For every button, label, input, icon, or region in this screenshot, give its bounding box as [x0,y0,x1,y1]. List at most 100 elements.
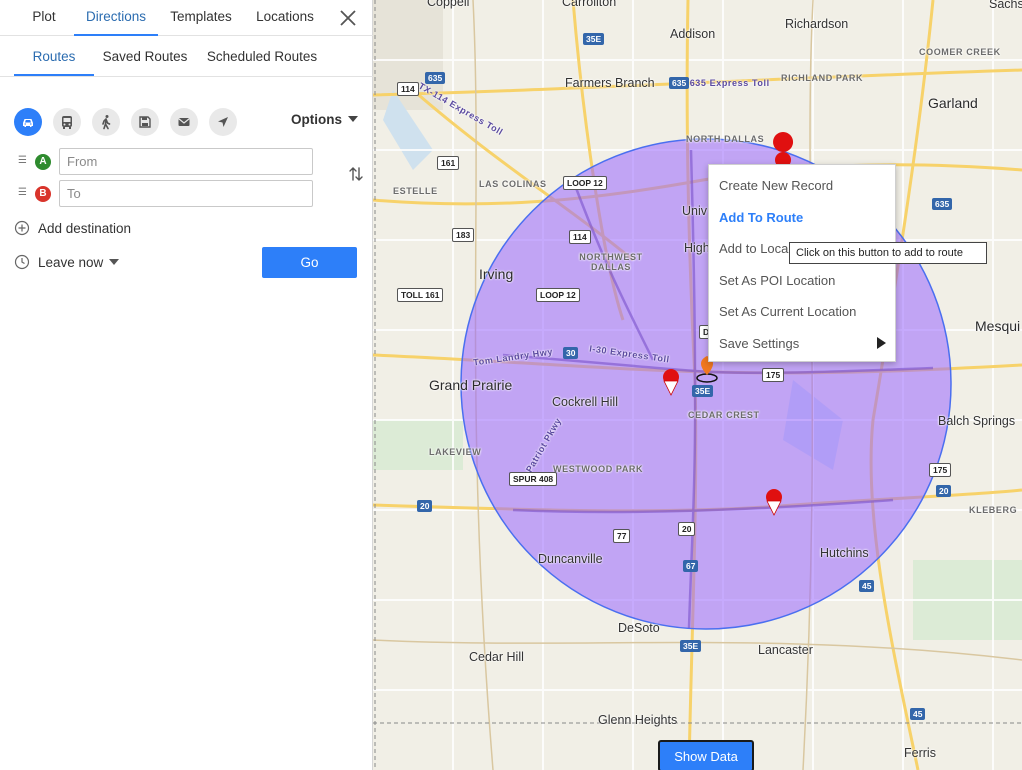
options-label: Options [291,112,342,127]
from-input[interactable] [59,148,313,175]
map-label: Sachs [989,0,1022,11]
highway-shield: 175 [762,368,785,382]
mode-car-button[interactable] [14,108,42,136]
submenu-arrow-icon [877,337,886,349]
add-destination-button[interactable]: Add destination [14,220,131,236]
add-destination-label: Add destination [38,220,132,236]
email-route-button[interactable] [170,108,198,136]
chevron-down-icon [348,116,358,122]
highway-shield: 45 [910,708,926,720]
subtab-saved-routes[interactable]: Saved Routes [100,38,190,76]
save-icon [139,116,151,128]
marker-b-icon: B [35,186,51,202]
mode-bus-button[interactable] [53,108,81,136]
menu-item-add-to-location[interactable]: Add to Loca [719,241,788,256]
directions-panel: Plot Directions Templates Locations Rout… [0,0,373,770]
bus-icon [62,116,72,129]
map-label: Garland [928,95,978,111]
map-district-label: WESTWOOD PARK [553,464,644,474]
map-label: Lancaster [758,643,813,657]
close-icon[interactable] [336,6,360,30]
map-district-label: COOMER CREEK [919,47,1001,57]
map-road-label: I-635 Express Toll [683,78,770,88]
map-label: Richardson [785,17,849,31]
highway-shield: 114 [569,230,591,244]
map-label: Coppell [427,0,470,9]
highway-shield: 35E [692,385,714,397]
options-dropdown[interactable]: Options [291,112,358,127]
mode-walk-button[interactable] [92,108,120,136]
map-label: Mesqui [975,318,1021,334]
marker-a-icon: A [35,154,51,170]
highway-shield: SPUR 408 [509,472,558,486]
highway-shield: 635 [669,77,690,89]
drag-handle-icon[interactable]: ☰ [18,156,27,166]
map-label: High [684,241,710,255]
highway-shield: 183 [452,228,475,242]
go-button[interactable]: Go [262,247,357,278]
map-label: Cedar Hill [469,650,524,664]
map-label: Carrollton [562,0,617,9]
menu-item-set-current-location[interactable]: Set As Current Location [719,304,856,319]
map-label: DeSoto [618,621,660,635]
subtab-scheduled-routes[interactable]: Scheduled Routes [202,38,322,76]
highway-shield: 635 [425,72,446,84]
leave-now-dropdown[interactable]: Leave now [14,254,120,270]
map-label: Irving [479,266,514,282]
plus-circle-icon [14,220,30,236]
save-route-button[interactable] [131,108,159,136]
highway-shield: 45 [859,580,875,592]
map-district-label: LAKEVIEW [429,447,482,457]
menu-item-set-poi-location[interactable]: Set As POI Location [719,273,835,288]
navigate-button[interactable] [209,108,237,136]
mail-icon [178,118,190,126]
map-label: Balch Springs [938,414,1016,428]
highway-shield: 20 [936,485,952,497]
highway-shield: 30 [563,347,579,359]
highway-shield: 77 [613,529,631,543]
map-district-label: KLEBERG [969,505,1018,515]
navigate-icon [218,117,228,127]
highway-shield: LOOP 12 [536,288,580,302]
highway-shield: TOLL 161 [397,288,444,302]
map-district-label: NORTH DALLAS [686,134,765,144]
map-label: Grand Prairie [429,377,513,393]
sub-tabs: Routes Saved Routes Scheduled Routes [0,38,373,77]
map-label: Addison [670,27,716,41]
highway-shield: 161 [437,156,460,170]
chevron-down-icon [109,259,120,265]
map-label: Hutchins [820,546,869,560]
menu-item-save-settings[interactable]: Save Settings [719,336,799,351]
show-data-button[interactable]: Show Data [658,740,754,770]
highway-shield: 114 [397,82,419,96]
map-district-label: NORTHWEST DALLAS [579,252,643,272]
car-icon [23,119,33,127]
walk-icon [102,115,111,130]
drag-handle-icon[interactable]: ☰ [18,188,27,198]
map-label: Farmers Branch [565,76,655,90]
menu-item-add-to-route[interactable]: Add To Route [719,210,803,225]
map-label: Cockrell Hill [552,395,618,409]
tooltip: Click on this button to add to route [789,242,987,264]
subtab-routes[interactable]: Routes [14,38,94,76]
map-canvas[interactable]: Addison Richardson Sachs Carrollton Copp… [373,0,1022,770]
menu-item-create-new-record[interactable]: Create New Record [719,178,833,193]
tab-locations[interactable]: Locations [250,0,320,36]
tab-directions[interactable]: Directions [74,0,158,36]
highway-shield: 175 [929,463,952,477]
tab-plot[interactable]: Plot [18,0,70,36]
highway-shield: 635 [932,198,953,210]
highway-shield: 35E [583,33,605,45]
top-tabs: Plot Directions Templates Locations [0,0,373,36]
map-district-label: CEDAR CREST [688,410,760,420]
map-district-label: RICHLAND PARK [781,73,864,83]
map-label: Univ [682,204,708,218]
to-input[interactable] [59,180,313,207]
highway-shield: 20 [678,522,696,536]
map-label: Glenn Heights [598,713,678,727]
map-district-label: LAS COLINAS [479,179,547,189]
swap-icon[interactable] [346,164,366,184]
highway-shield: 20 [417,500,433,512]
highway-shield: 35E [680,640,702,652]
tab-templates[interactable]: Templates [164,0,238,36]
